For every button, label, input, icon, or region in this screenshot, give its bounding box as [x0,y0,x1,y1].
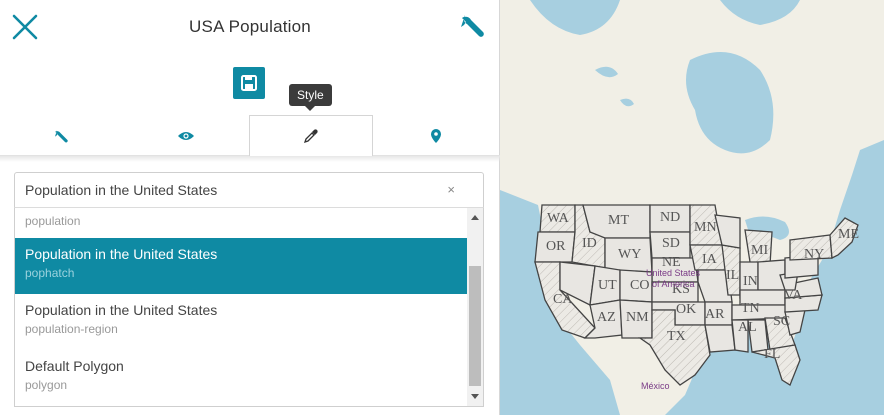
state-label-me: ME [838,227,859,242]
country-label-usa-line2: of America [652,279,695,289]
style-options-list[interactable]: population Population in the United Stat… [14,207,484,407]
style-option-id: population [25,214,81,228]
country-label-usa-line1: United States [646,268,701,278]
save-icon [241,75,257,91]
country-label-mexico: México [641,381,670,391]
state-label-fl: FL [764,347,780,362]
style-option[interactable]: Population in the United States pophatch [15,238,467,294]
wrench-icon[interactable] [458,11,488,41]
state-label-wy: WY [618,247,641,262]
style-option-name: Default Polygon [25,358,124,374]
state-label-sd: SD [662,236,680,251]
state-label-mn: MN [694,220,717,235]
style-select[interactable]: Population in the United States × [14,172,484,208]
dropdown-scrollbar[interactable] [467,208,483,406]
state-label-ar: AR [705,307,725,322]
state-label-al: AL [738,320,757,335]
state-label-ny: NY [804,247,824,262]
tab-settings[interactable] [0,115,124,156]
state-label-il: IL [726,268,739,283]
map-canvas[interactable]: WA MT ND MN ME OR ID SD MI NY WY NE IA U… [500,0,884,415]
save-button[interactable] [233,67,265,99]
state-label-id: ID [582,236,597,251]
state-label-ca: CA [553,292,573,307]
state-label-ok: OK [676,302,696,317]
tab-style[interactable] [249,115,373,157]
state-label-tx: TX [667,329,686,344]
state-label-wa: WA [547,211,570,226]
page-title: USA Population [189,17,311,36]
map-view[interactable]: WA MT ND MN ME OR ID SD MI NY WY NE IA U… [500,0,884,415]
clear-icon[interactable]: × [447,182,455,197]
style-option[interactable]: Default Polygon polygon [15,350,467,406]
scroll-down-icon[interactable] [467,392,483,402]
state-la[interactable] [704,324,736,353]
style-option-id: polygon [25,378,68,392]
wrench-icon [55,129,68,142]
map-marker-icon [431,128,441,143]
state-label-va: VA [784,288,803,303]
style-option[interactable]: Population in the United States populati… [15,294,467,350]
panel-header: USA Population [0,0,500,56]
style-option[interactable]: population [15,208,467,238]
state-label-in: IN [743,274,758,289]
eye-icon [178,131,194,140]
style-option-id: pophatch [25,266,75,280]
state-label-nd: ND [660,210,680,225]
style-option-name: Population in the United States [25,302,218,318]
state-label-nm: NM [626,310,649,325]
tabs-divider [0,156,500,162]
state-label-mi: MI [751,243,768,258]
state-label-mt: MT [608,213,629,228]
layer-panel: USA Population Style Population in the U… [0,0,500,415]
state-label-ia: IA [702,252,718,267]
style-select-value: Population in the United States [25,182,218,198]
state-label-ut: UT [598,278,617,293]
style-tooltip: Style [289,84,332,111]
scrollbar-thumb[interactable] [469,266,481,386]
style-option-id: population-region [25,322,118,336]
state-label-sc: SC [773,314,790,329]
scroll-up-icon[interactable] [467,212,483,222]
state-label-az: AZ [597,310,616,325]
state-label-co: CO [630,278,649,293]
style-option-name: Population in the United States [25,246,218,262]
tab-location[interactable] [374,115,498,156]
state-label-tn: TN [741,301,760,316]
tab-visibility[interactable] [124,115,248,156]
state-label-or: OR [546,239,566,254]
eyedropper-icon [303,129,318,144]
panel-tabs [0,115,500,157]
